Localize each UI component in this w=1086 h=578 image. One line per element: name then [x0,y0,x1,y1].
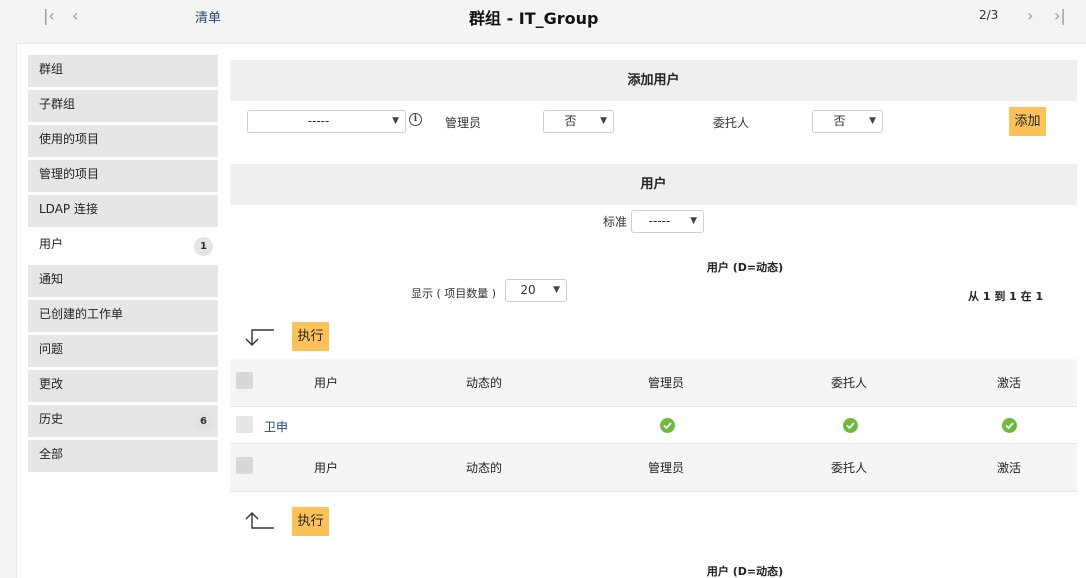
sidebar-item-label: 管理的项目 [39,167,100,181]
range-text: 从 1 到 1 在 1 [968,290,1044,303]
last-page-icon[interactable]: ›| [1054,6,1066,25]
execute-button-top[interactable]: 执行 [292,322,329,351]
admin-label: 管理员 [445,116,482,130]
execute-button-bottom[interactable]: 执行 [292,507,329,536]
column-header-dynamic[interactable]: 动态的 [454,444,514,492]
column-header-active[interactable]: 激活 [979,359,1039,407]
show-count-label: 显示 ( 项目数量 ) [411,287,497,300]
check-icon [660,418,675,433]
info-icon[interactable]: i [409,113,422,126]
sidebar-item-label: 子群组 [39,97,76,111]
select-all-checkbox-bottom[interactable] [236,457,253,474]
count-badge: 1 [194,237,213,256]
sidebar-item-label: 用户 [39,237,64,251]
first-page-icon[interactable]: |‹ [43,6,55,25]
user-select[interactable]: ----- ▼ [247,110,406,133]
table-row: 卫申 [230,408,1077,444]
column-header-active[interactable]: 激活 [979,444,1039,492]
column-header-user[interactable]: 用户 [296,359,356,407]
check-icon [843,418,858,433]
legend-text-bottom: 用户 (D=动态) [706,565,784,578]
count-badge: 6 [194,412,213,431]
sidebar-item-label: 已创建的工作单 [39,307,124,321]
admin-select[interactable]: 否 ▼ [543,110,614,133]
prev-page-icon[interactable]: ‹ [72,6,78,25]
sidebar-item-label: 更改 [39,377,64,391]
page-title: 群组 - IT_Group [469,9,599,28]
table-header: 用户 动态的 管理员 委托人 激活 [230,359,1077,407]
delegate-select[interactable]: 否 ▼ [812,110,883,133]
list-link[interactable]: 清单 [195,7,221,26]
sidebar: 群组 子群组 使用的项目 管理的项目 LDAP 连接 用户 1 通知 已创建的工作… [28,55,218,475]
sidebar-item-label: 历史 [39,412,64,426]
sidebar-item-ldap[interactable]: LDAP 连接 [28,195,218,227]
users-section-title: 用户 [230,164,1077,205]
sidebar-item-label: 通知 [39,272,64,286]
column-header-delegate[interactable]: 委托人 [819,444,879,492]
chevron-down-icon: ▼ [869,116,876,126]
pager-count: 2/3 [979,8,999,22]
criteria-label: 标准 [603,215,628,229]
sidebar-item-label: 问题 [39,342,64,356]
user-link[interactable]: 卫申 [264,418,288,435]
sidebar-item-all[interactable]: 全部 [28,440,218,472]
chevron-down-icon: ▼ [690,216,697,226]
column-header-admin[interactable]: 管理员 [636,444,696,492]
criteria-select[interactable]: ----- ▼ [631,210,704,233]
sidebar-item-users[interactable]: 用户 1 [28,230,218,262]
sidebar-item-label: LDAP 连接 [39,202,98,216]
chevron-down-icon: ▼ [600,116,607,126]
column-header-admin[interactable]: 管理员 [636,359,696,407]
add-user-section-title: 添加用户 [230,60,1077,101]
chevron-down-icon: ▼ [553,285,560,295]
legend-text: 用户 (D=动态) [706,261,784,274]
sidebar-item-label: 全部 [39,447,64,461]
arrow-up-left-icon [245,512,274,529]
sidebar-item-notifications[interactable]: 通知 [28,265,218,297]
arrow-down-left-icon [245,329,274,346]
sidebar-item-label: 使用的项目 [39,132,100,146]
delegate-label: 委托人 [713,116,750,130]
column-header-dynamic[interactable]: 动态的 [454,359,514,407]
sidebar-item-problems[interactable]: 问题 [28,335,218,367]
sidebar-item-managed-items[interactable]: 管理的项目 [28,160,218,192]
column-header-user[interactable]: 用户 [296,444,356,492]
column-header-delegate[interactable]: 委托人 [819,359,879,407]
chevron-down-icon: ▼ [392,116,399,126]
table-footer-header: 用户 动态的 管理员 委托人 激活 [230,444,1077,492]
sidebar-item-groups[interactable]: 群组 [28,55,218,87]
header-bar: |‹ ‹ 清单 群组 - IT_Group 2/3 › ›| [0,0,1086,42]
sidebar-item-created-tickets[interactable]: 已创建的工作单 [28,300,218,332]
sidebar-item-history[interactable]: 历史 6 [28,405,218,437]
page-size-select[interactable]: 20 ▼ [505,279,567,302]
sidebar-item-changes[interactable]: 更改 [28,370,218,402]
next-page-icon[interactable]: › [1027,6,1033,25]
check-icon [1002,418,1017,433]
sidebar-item-used-items[interactable]: 使用的项目 [28,125,218,157]
sidebar-item-label: 群组 [39,62,64,76]
add-button[interactable]: 添加 [1009,107,1046,136]
select-all-checkbox[interactable] [236,372,253,389]
row-checkbox[interactable] [236,416,253,433]
sidebar-item-subgroups[interactable]: 子群组 [28,90,218,122]
